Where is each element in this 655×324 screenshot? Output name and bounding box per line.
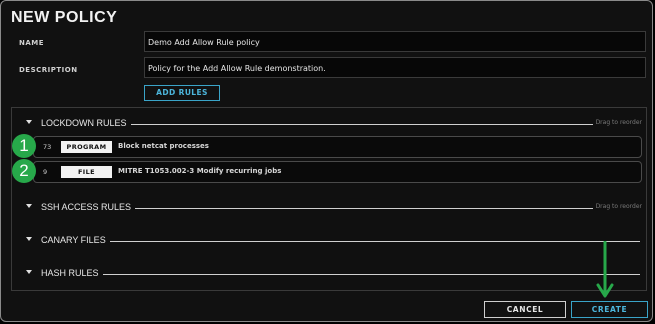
arrow-down-icon [596,241,614,298]
section-label-canary: CANARY FILES [41,235,110,245]
caret-down-icon[interactable] [26,237,32,241]
section-label-hash: HASH RULES [41,268,103,278]
section-divider [100,241,640,242]
name-label: NAME [19,39,45,47]
drag-hint: Drag to reorder [592,203,642,210]
rule-name: Block netcat processes [118,142,209,150]
section-ssh-access-rules[interactable]: SSH ACCESS RULES Drag to reorder [12,201,646,215]
section-canary-files[interactable]: CANARY FILES [12,234,646,248]
rule-name: MITRE T1053.002-3 Modify recurring jobs [118,167,282,175]
description-label: DESCRIPTION [19,66,78,74]
caret-down-icon[interactable] [26,120,32,124]
rule-row[interactable]: 9 FILE MITRE T1053.002-3 Modify recurrin… [33,161,642,183]
create-button[interactable]: CREATE [571,301,648,318]
cancel-button[interactable]: CANCEL [484,301,566,318]
section-divider [122,208,596,209]
description-field[interactable]: Policy for the Add Allow Rule demonstrat… [144,57,646,78]
section-divider [102,124,596,125]
rule-count: 9 [43,168,48,176]
section-lockdown-rules[interactable]: LOCKDOWN RULES Drag to reorder [12,117,646,131]
annotation-badge-2: 2 [12,159,36,183]
new-policy-dialog: NEW POLICY NAME Demo Add Allow Rule poli… [0,0,653,322]
add-rules-button[interactable]: ADD RULES [144,85,220,101]
dialog-title: NEW POLICY [11,9,118,26]
name-field[interactable]: Demo Add Allow Rule policy [144,31,646,52]
rules-panel: LOCKDOWN RULES Drag to reorder 73 PROGRA… [11,107,647,291]
section-label-lockdown: LOCKDOWN RULES [41,118,131,128]
caret-down-icon[interactable] [26,270,32,274]
section-hash-rules[interactable]: HASH RULES [12,267,646,281]
rule-row[interactable]: 73 PROGRAM Block netcat processes [33,136,642,158]
caret-down-icon[interactable] [26,204,32,208]
annotation-badge-1: 1 [12,134,36,158]
rule-count: 73 [43,143,52,151]
rule-type-badge: PROGRAM [61,141,112,153]
section-label-ssh: SSH ACCESS RULES [41,202,136,212]
section-divider [92,274,640,275]
drag-hint: Drag to reorder [592,119,642,126]
rule-type-badge: FILE [61,166,112,178]
